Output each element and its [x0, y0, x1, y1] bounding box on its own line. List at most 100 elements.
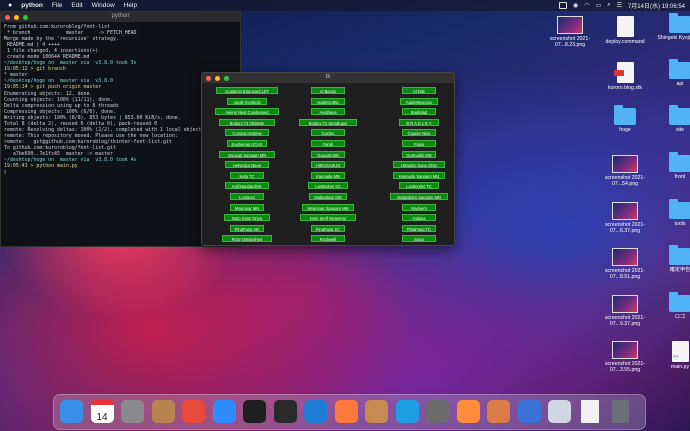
- control-center-icon[interactable]: ☰: [617, 2, 622, 9]
- font-button[interactable]: HIRAGASUN: [311, 161, 345, 169]
- font-button[interactable]: Helvetica Neue: [225, 161, 269, 169]
- search-icon[interactable]: ⌕: [607, 2, 610, 9]
- grapher-icon[interactable]: [334, 400, 358, 423]
- desktop-item[interactable]: kuroro.blog.stk: [597, 62, 653, 91]
- font-button[interactable]: Al Bayan: [311, 87, 345, 94]
- font-button[interactable]: Euphemia UCAS: [226, 140, 268, 147]
- font-button[interactable]: Apple Symbols: [226, 97, 268, 105]
- font-button[interactable]: Malayalam Sangam MN: [389, 193, 449, 200]
- font-button[interactable]: Kannada Sangam MN: [392, 171, 446, 179]
- font-button[interactable]: Al Nile: [402, 87, 436, 94]
- font-button[interactable]: Nadeem: [402, 203, 436, 211]
- font-button[interactable]: PingFang SC: [310, 224, 346, 232]
- font-button[interactable]: Farisi: [402, 140, 436, 147]
- font-button[interactable]: Malayalam MN: [309, 193, 347, 200]
- font-button[interactable]: Kefa TC: [230, 171, 264, 179]
- system-preferences-icon[interactable]: [121, 400, 144, 423]
- font-button[interactable]: AppleGothic: [310, 97, 346, 105]
- menu-help[interactable]: Help: [124, 2, 137, 9]
- document-icon[interactable]: [580, 400, 599, 423]
- quicktime-icon[interactable]: [426, 400, 449, 423]
- tk-titlebar[interactable]: tk: [202, 73, 454, 83]
- trash-icon[interactable]: [612, 400, 629, 423]
- desktop-item[interactable]: screenshot 2021-07...6.37.png: [597, 202, 653, 234]
- font-button[interactable]: Sana: [402, 235, 436, 243]
- desktop-item[interactable]: tools: [652, 199, 690, 227]
- font-button[interactable]: PingFang HK: [229, 224, 265, 232]
- desktop-item[interactable]: screenshot 2021-07...8.51.png: [597, 248, 653, 280]
- menu-edit[interactable]: Edit: [71, 2, 82, 9]
- desktop-item[interactable]: screenshot 2021-07...8.23.png: [542, 16, 598, 48]
- font-button[interactable]: Academy Engraved LET: [216, 87, 278, 94]
- desktop-item[interactable]: hoge: [597, 105, 653, 133]
- menu-file[interactable]: File: [52, 2, 62, 9]
- screenshot-icon[interactable]: [548, 400, 571, 423]
- terminal-icon[interactable]: [273, 400, 297, 423]
- sourcetree-icon[interactable]: [456, 400, 480, 423]
- font-button[interactable]: Ayuthaya: [311, 108, 345, 116]
- font-button[interactable]: AppleMyungjo: [400, 97, 438, 105]
- font-button[interactable]: Avenir Next Condensed: [215, 108, 279, 116]
- zoom-icon[interactable]: [212, 400, 236, 423]
- font-button[interactable]: Noto Sans Oriya: [223, 214, 271, 222]
- docker-icon[interactable]: [395, 400, 419, 423]
- record-icon[interactable]: ◉: [573, 2, 578, 9]
- menu-app-python[interactable]: python: [21, 2, 43, 9]
- font-button[interactable]: KufiStandardGK: [225, 182, 269, 190]
- font-button[interactable]: Gujarati MN: [310, 150, 346, 158]
- desktop-item[interactable]: Shingeki Kyojin v34: [652, 13, 690, 41]
- desktop-item-label: tools: [674, 221, 686, 227]
- desktop-item[interactable]: screenshot 2021-07...54.png: [597, 155, 653, 187]
- menu-clock[interactable]: 7月14日(水) 19:06:54: [628, 1, 685, 10]
- desktop-item[interactable]: deploy.command: [597, 16, 653, 45]
- font-button[interactable]: Rockwell: [311, 235, 345, 243]
- desktop-item[interactable]: site: [652, 105, 690, 133]
- finder-icon[interactable]: [60, 400, 83, 423]
- docker-desktop-icon[interactable]: [365, 400, 388, 423]
- font-button[interactable]: Bodoni 72 Oldstyle: [219, 118, 275, 126]
- font-button[interactable]: B R A D L E Y: [398, 118, 440, 126]
- font-button[interactable]: Bodoni 72 Smallcaps: [298, 118, 358, 126]
- font-button[interactable]: PingFang TC: [401, 224, 437, 232]
- font-button[interactable]: Kannada MN: [311, 171, 345, 179]
- menu-window[interactable]: Window: [92, 2, 115, 9]
- menu-extras: ◉ ◠ ▭ ⌕ ☰ 7月14日(水) 19:06:54: [559, 0, 685, 11]
- terminal-titlebar[interactable]: python: [1, 12, 240, 22]
- tk-window[interactable]: tk Academy Engraved LET Al Bayan Al Nile Ap…: [201, 72, 455, 246]
- desktop-item[interactable]: ロゴ: [652, 292, 690, 320]
- font-button[interactable]: Gujarati Sangam MN: [219, 150, 275, 158]
- battery-icon[interactable]: ▭: [596, 2, 602, 9]
- status-app-icon[interactable]: [559, 2, 568, 9]
- desktop-item[interactable]: screenshot 2021-07...9.37.png: [597, 295, 653, 327]
- contacts-icon[interactable]: [151, 400, 175, 423]
- font-button[interactable]: Myanmar MN: [230, 203, 264, 211]
- font-button[interactable]: Farah: [311, 140, 345, 147]
- remote-desktop-icon[interactable]: [517, 400, 541, 423]
- font-button[interactable]: Noto Serif Myanmar: [300, 214, 356, 222]
- font-button[interactable]: Myanmar Sangam MN: [301, 203, 355, 211]
- desktop-item[interactable]: 確定申告: [652, 245, 690, 273]
- font-button[interactable]: Hiragino Sans GNS: [392, 161, 446, 169]
- font-button[interactable]: Corsiva Hebrew: [225, 129, 269, 137]
- font-button[interactable]: Optima: [402, 214, 436, 222]
- folder-icon: [669, 292, 690, 312]
- vscode-icon[interactable]: [304, 400, 327, 423]
- font-button[interactable]: Luminari: [230, 193, 264, 200]
- desktop-item[interactable]: main.py: [652, 341, 690, 370]
- font-button[interactable]: Ricty Diminished: [222, 235, 272, 243]
- font-button[interactable]: Lantinghei TC: [398, 182, 440, 190]
- wifi-icon[interactable]: ◠: [584, 2, 589, 9]
- font-button[interactable]: Baghdad: [402, 108, 436, 116]
- font-button[interactable]: Cochin: [311, 129, 345, 137]
- font-button[interactable]: Courier New: [401, 129, 437, 137]
- apple-menu-icon[interactable]: ●: [8, 2, 12, 9]
- font-button[interactable]: Gurmukhi MN: [401, 150, 437, 158]
- activity-monitor-icon[interactable]: [243, 400, 266, 423]
- desktop-item[interactable]: screenshot 2021-07...3.55.png: [597, 341, 653, 373]
- desktop-item[interactable]: front: [652, 152, 690, 180]
- desktop-item[interactable]: api: [652, 59, 690, 87]
- calendar-icon[interactable]: 14: [90, 400, 114, 423]
- preview-icon[interactable]: [487, 400, 510, 423]
- font-button[interactable]: Lantinghei SC: [307, 182, 349, 190]
- chrome-icon[interactable]: [182, 400, 205, 423]
